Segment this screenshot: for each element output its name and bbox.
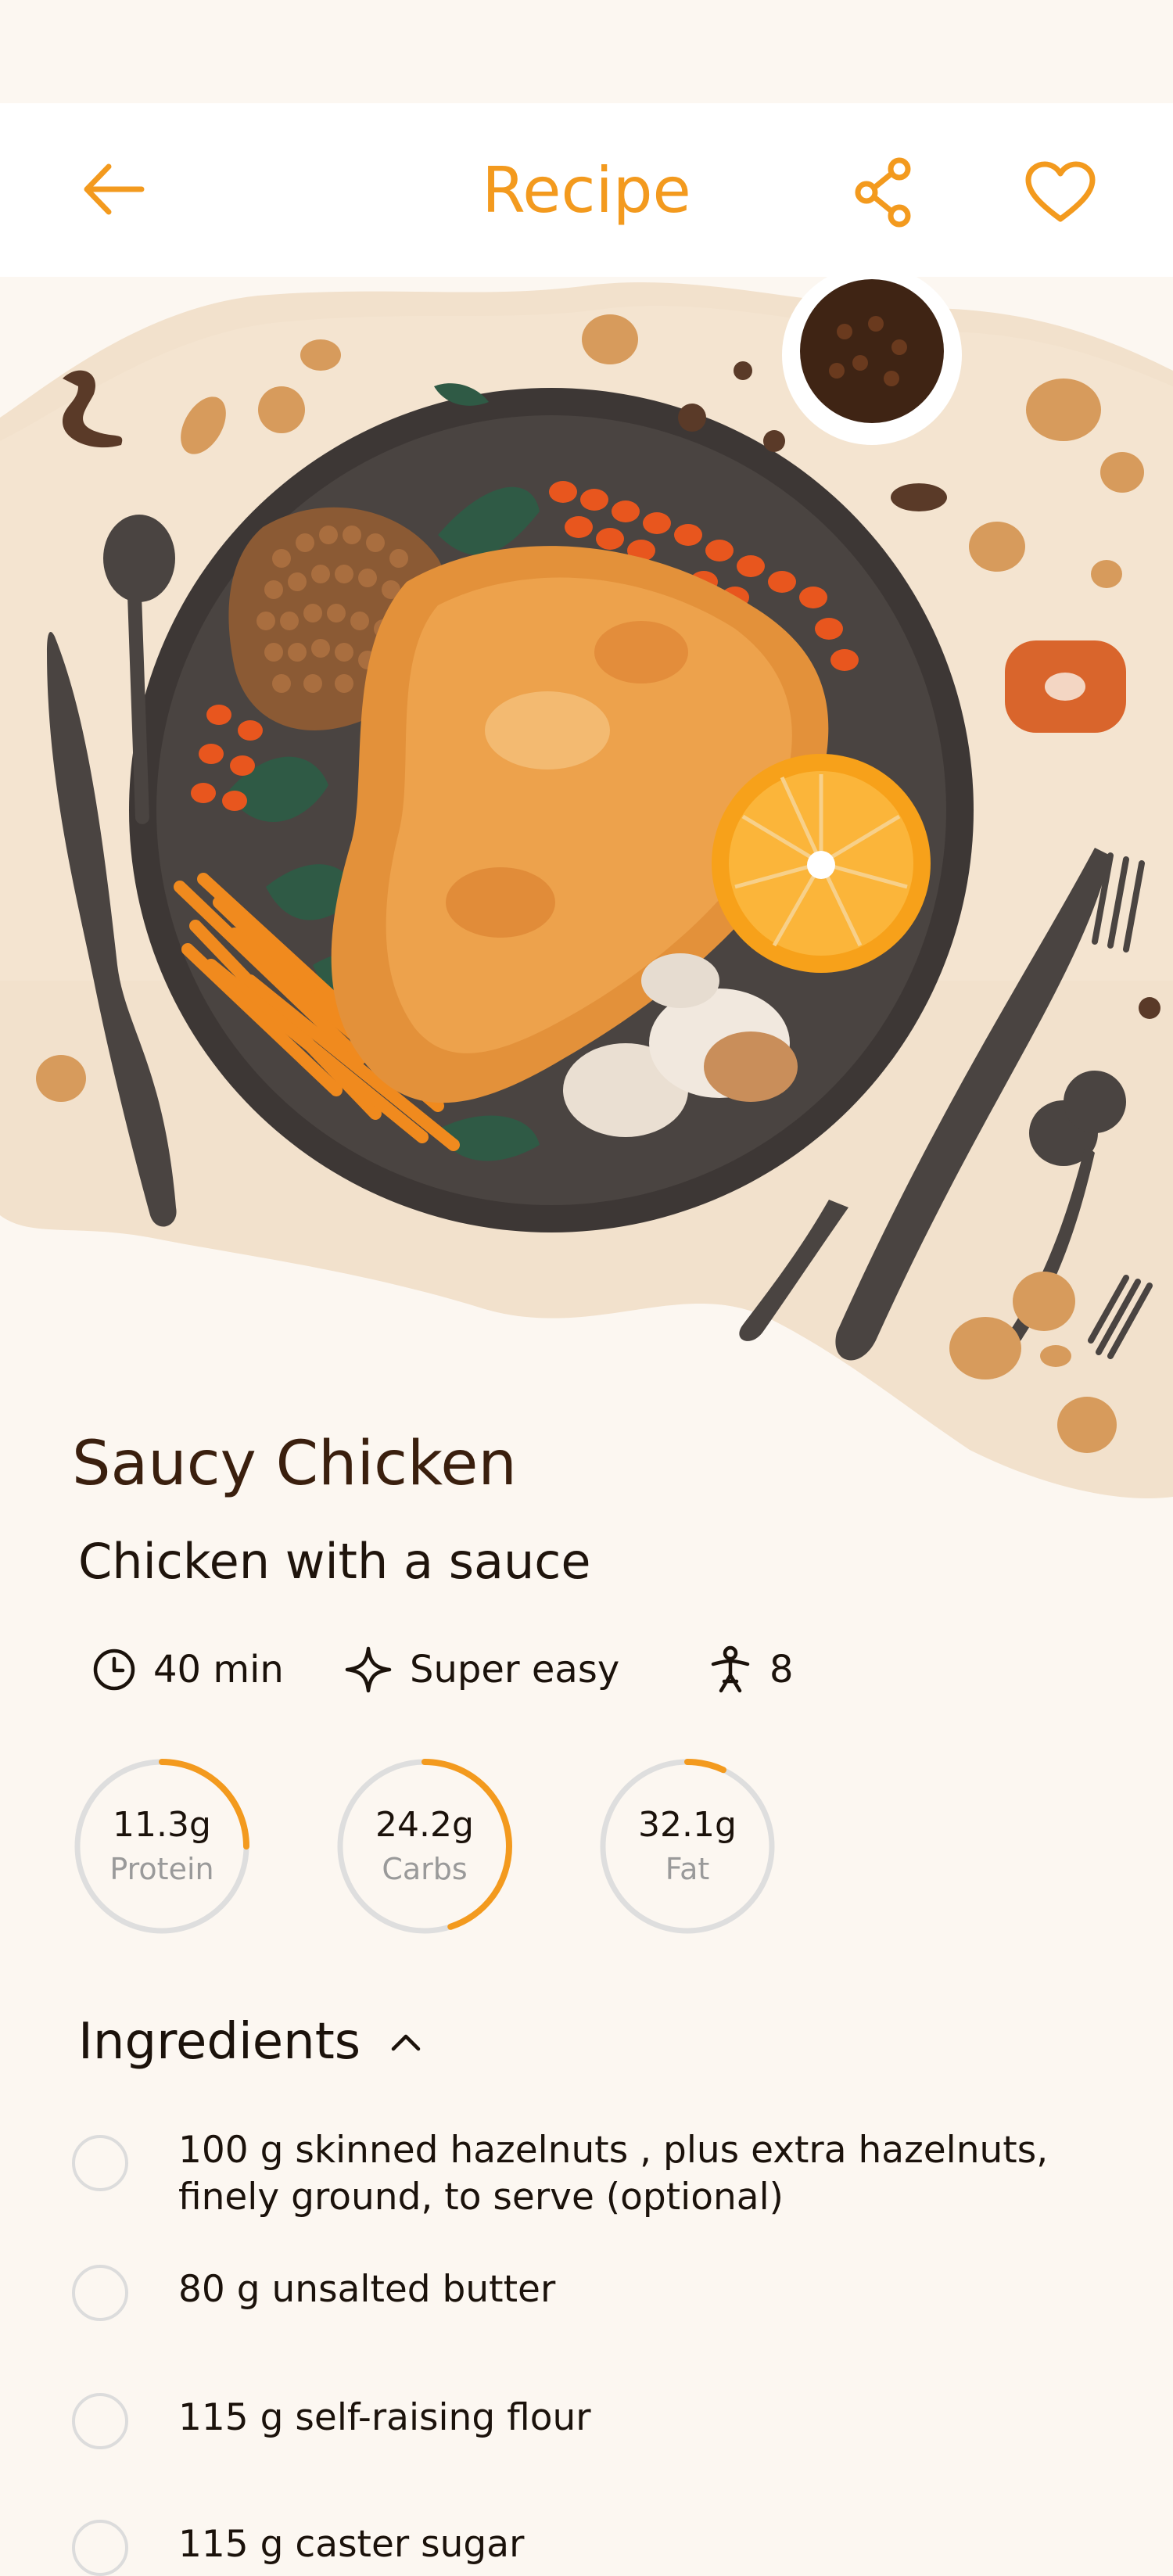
difficulty: Super easy — [344, 1636, 619, 1703]
ingredients-toggle[interactable]: Ingredients — [78, 2013, 421, 2071]
ingredient-text: 100 g skinned hazelnuts , plus extra haz… — [178, 2129, 1049, 2219]
protein-label: Protein — [109, 1852, 214, 1886]
ingredient-checkbox[interactable] — [72, 2393, 128, 2449]
nutrition-carbs: 24.2g Carbs — [335, 1756, 515, 1936]
fat-value: 32.1g — [638, 1805, 737, 1845]
ingredient-text: 115 g caster sugar — [178, 2523, 525, 2566]
carbs-label: Carbs — [382, 1852, 468, 1886]
ingredient-text: 115 g self-raising flour — [178, 2396, 591, 2439]
clock-icon — [93, 1649, 135, 1691]
recipe-title: Saucy Chicken — [72, 1429, 517, 1499]
ingredient-checkbox[interactable] — [72, 2265, 128, 2321]
recipe-description: Chicken with a sauce — [78, 1533, 591, 1590]
ingredient-checkbox[interactable] — [72, 2135, 128, 2191]
carbs-value: 24.2g — [375, 1805, 474, 1845]
cook-time: 40 min — [92, 1636, 284, 1703]
recipe-hero-image — [0, 265, 1173, 1505]
share-button[interactable] — [845, 153, 923, 231]
share-icon — [855, 157, 911, 228]
nutrition-fat: 32.1g Fat — [597, 1756, 777, 1936]
person-icon — [711, 1645, 750, 1693]
favorite-button[interactable] — [1020, 153, 1101, 231]
status-bar-area — [0, 0, 1173, 103]
fat-label: Fat — [665, 1852, 710, 1886]
cook-time-value: 40 min — [153, 1648, 284, 1692]
ingredient-text: 80 g unsalted butter — [178, 2268, 556, 2311]
heart-icon — [1025, 161, 1096, 222]
sparkle-icon — [345, 1646, 392, 1693]
difficulty-value: Super easy — [410, 1648, 620, 1692]
ingredients-heading: Ingredients — [78, 2013, 361, 2071]
page-title: Recipe — [482, 154, 691, 227]
nutrition-protein: 11.3g Protein — [72, 1756, 252, 1936]
protein-value: 11.3g — [113, 1805, 211, 1845]
ingredient-checkbox[interactable] — [72, 2520, 128, 2576]
servings: 8 — [708, 1636, 794, 1703]
chevron-up-icon — [391, 2034, 421, 2051]
servings-value: 8 — [769, 1648, 794, 1692]
